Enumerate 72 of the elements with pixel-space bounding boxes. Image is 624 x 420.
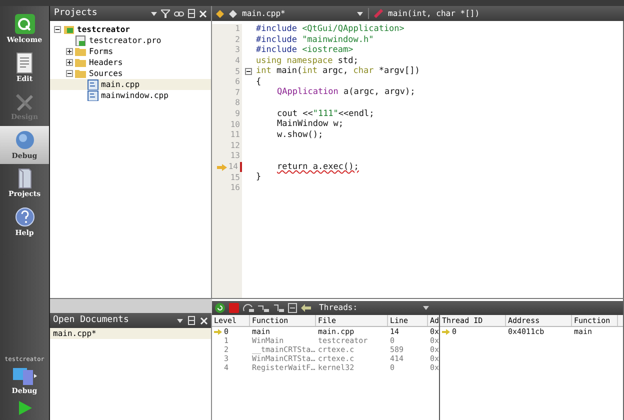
qt-logo-icon [12, 13, 36, 35]
code-line: int main(int argc, char *argv[]) [256, 65, 420, 78]
line-number: 13 [230, 150, 240, 162]
code-line: #include <QtGui/QApplication> [256, 22, 404, 36]
code-line: #include "mainwindow.h" [256, 34, 374, 46]
link-icon[interactable] [174, 10, 184, 18]
open-document-item[interactable]: main.cpp* [50, 328, 211, 339]
threads-label: Threads: [319, 302, 359, 314]
code-line: QApplication a(argc, argv); [277, 86, 416, 100]
line-number: 12 [230, 140, 240, 152]
line-number: 8 [235, 97, 240, 110]
code-line: } [256, 171, 262, 184]
help-icon [12, 206, 36, 228]
filter-icon[interactable] [161, 9, 170, 18]
tree-item[interactable]: Forms [50, 46, 211, 57]
folder-icon [75, 57, 87, 68]
continue-icon[interactable] [215, 303, 225, 313]
panel-title: Open Documents [53, 314, 130, 327]
line-number: 5 [235, 66, 240, 78]
cpp-file-icon [87, 79, 99, 90]
code-line: cout <<"111"<<endl; [277, 108, 374, 120]
project-icon [63, 24, 75, 35]
back-arrow-icon[interactable] [301, 304, 311, 312]
code-line: using namespace std; [256, 54, 358, 66]
step-out-icon[interactable] [273, 303, 284, 313]
line-number: 6 [235, 76, 240, 88]
symbol-dropdown[interactable]: main(int, char *[]) [388, 8, 480, 20]
project-file-icon [75, 35, 87, 46]
dropdown-icon[interactable] [423, 306, 429, 310]
file-dropdown[interactable]: main.cpp* [242, 8, 352, 20]
window-icon[interactable] [288, 303, 297, 313]
panel-title: Projects [54, 6, 98, 20]
code-line: w.show(); [277, 128, 324, 142]
code-line: MainWindow w; [277, 118, 344, 130]
expand-icon[interactable] [66, 48, 73, 55]
dropdown-icon[interactable] [357, 12, 363, 16]
expand-icon[interactable] [66, 59, 73, 66]
code-line: { [256, 76, 262, 89]
close-icon[interactable] [199, 10, 207, 18]
tree-item[interactable]: testcreator [50, 24, 211, 35]
line-number: 16 [230, 182, 240, 194]
line-number: 2 [235, 34, 240, 46]
split-icon[interactable] [188, 9, 195, 18]
line-number: 11 [230, 129, 240, 142]
close-icon[interactable] [200, 316, 208, 324]
dropdown-icon[interactable] [151, 12, 157, 16]
folder-icon [75, 46, 87, 57]
line-number: 3 [235, 44, 240, 56]
fold-icon[interactable] [245, 68, 252, 76]
split-icon[interactable] [188, 316, 195, 325]
cpp-file-icon [87, 90, 99, 101]
tree-item[interactable]: mainwindow.cpp [50, 90, 211, 101]
computer-icon [12, 366, 38, 386]
step-into-icon[interactable] [258, 303, 269, 313]
tree-item[interactable]: Sources [50, 68, 211, 79]
line-number: 1 [235, 23, 240, 36]
line-number: 15 [230, 172, 240, 184]
line-number: 14 [228, 161, 238, 174]
run-icon[interactable] [16, 400, 32, 416]
tree-item[interactable]: Headers [50, 57, 211, 68]
line-number: 4 [235, 55, 240, 68]
line-number: 9 [235, 108, 240, 120]
step-over-icon[interactable] [243, 303, 254, 313]
line-number: 10 [230, 118, 240, 131]
collapse-icon[interactable] [54, 26, 61, 33]
tree-item[interactable]: testcreator.pro [50, 35, 211, 46]
line-number: 7 [235, 86, 240, 99]
code-line: return a.exec(); [277, 160, 359, 174]
tree-item[interactable]: main.cpp [50, 79, 211, 90]
collapse-icon[interactable] [66, 70, 73, 77]
code-line: #include <iostream> [256, 44, 354, 56]
dropdown-icon[interactable] [177, 318, 183, 322]
